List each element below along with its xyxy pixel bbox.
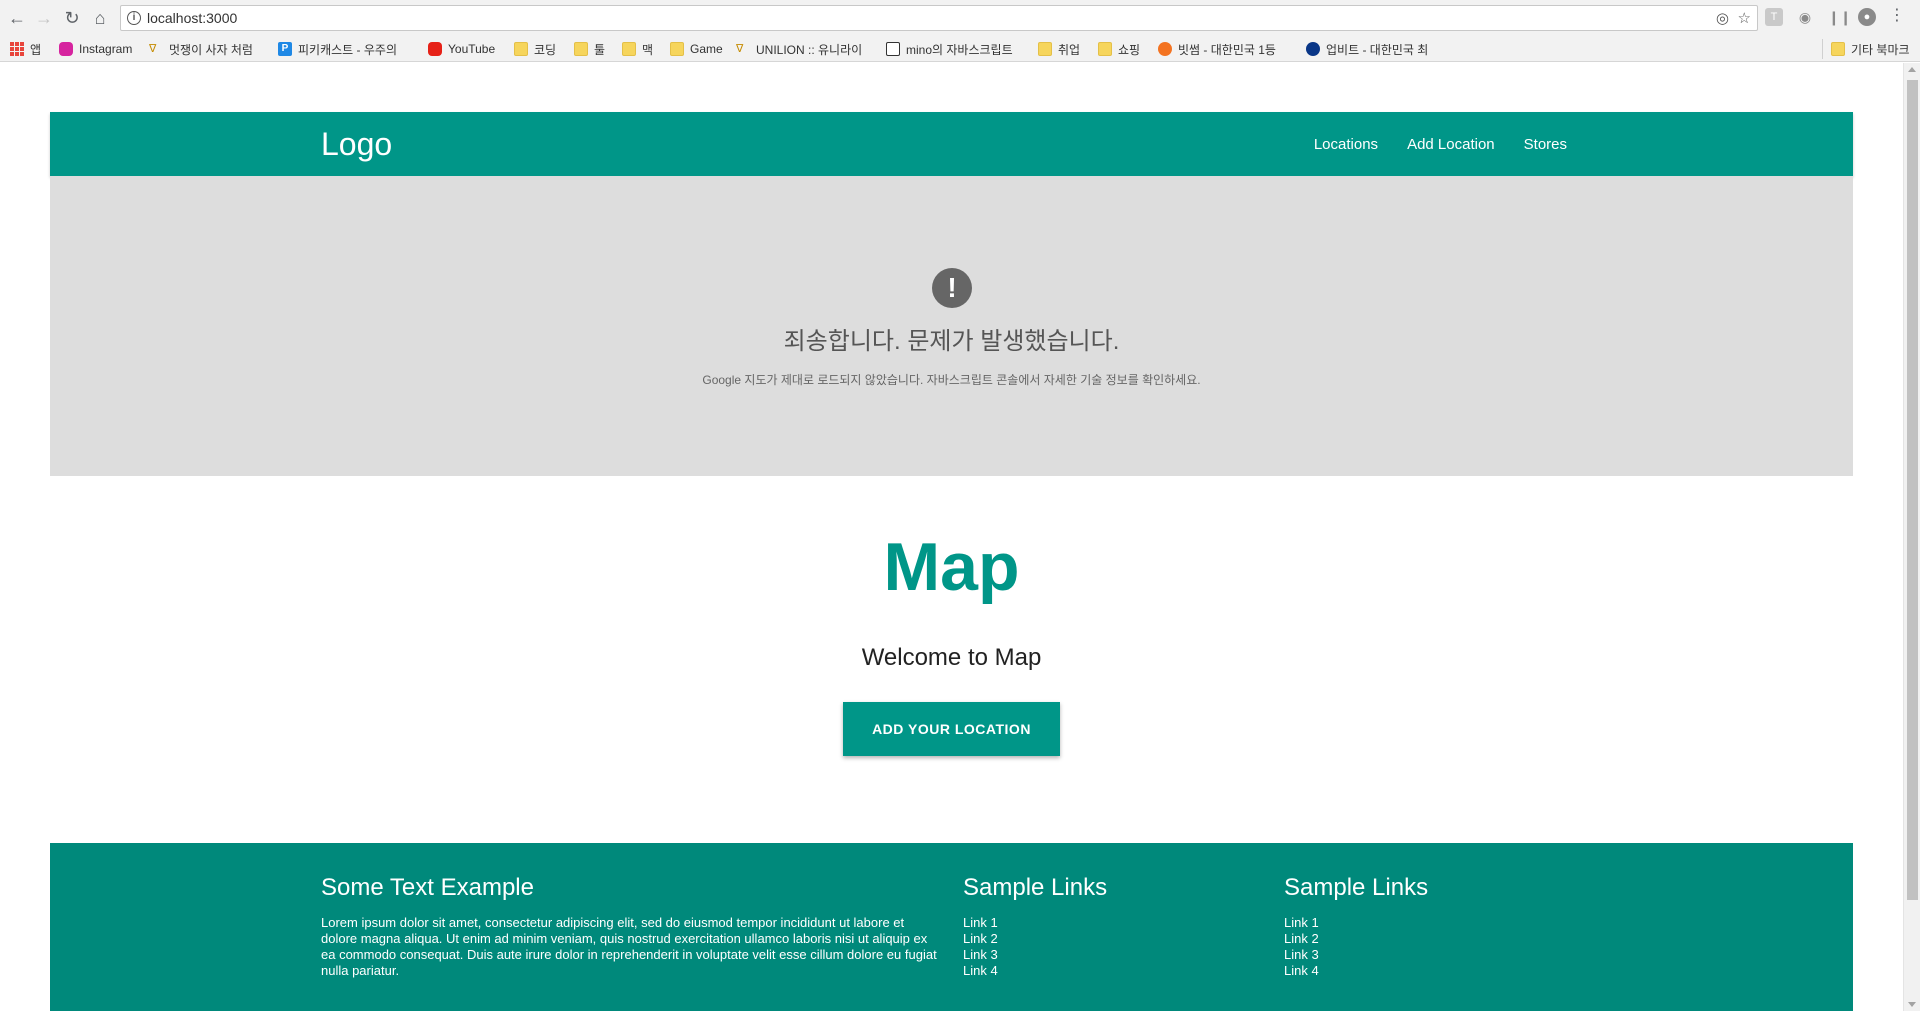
bookmark-folder-jobs[interactable]: 취업 — [1038, 39, 1080, 59]
add-your-location-button[interactable]: ADD YOUR LOCATION — [843, 702, 1060, 756]
bookmark-label: 멋쟁이 사자 처럼 — [169, 42, 253, 57]
bookmark-label: 맥 — [642, 42, 654, 57]
footer-text-heading: Some Text Example — [321, 874, 534, 901]
error-exclamation-icon: ! — [932, 268, 972, 308]
vertical-scrollbar[interactable] — [1903, 63, 1920, 1011]
bookmark-folder-mac[interactable]: 맥 — [622, 39, 653, 59]
folder-icon — [1831, 42, 1845, 56]
hero-title: Map — [883, 529, 1020, 605]
footer-links-heading: Sample Links — [963, 874, 1108, 901]
reader-extension-icon[interactable]: ❙❙ — [1828, 8, 1851, 26]
bookmark-apps[interactable]: 앱 — [10, 39, 41, 59]
youtube-icon — [428, 42, 442, 56]
folder-icon — [1038, 42, 1052, 56]
bookmark-label: 쇼핑 — [1118, 42, 1141, 57]
folder-icon — [622, 42, 636, 56]
bookmark-folder-game[interactable]: Game — [670, 39, 723, 59]
camera-extension-icon[interactable]: ◉ — [1796, 8, 1814, 26]
folder-icon — [574, 42, 588, 56]
folder-icon — [1098, 42, 1112, 56]
footer-link[interactable]: Link 2 — [963, 931, 998, 946]
footer-link[interactable]: Link 1 — [963, 915, 998, 930]
map-container[interactable]: ! 죄송합니다. 문제가 발생했습니다. Google 지도가 제대로 로드되지… — [50, 176, 1853, 476]
hero-subtitle: Welcome to Map — [861, 644, 1042, 671]
bithumb-icon — [1158, 42, 1172, 56]
reload-icon[interactable]: ↻ — [61, 7, 83, 29]
address-url[interactable]: localhost:3000 — [147, 10, 237, 26]
bookmark-upbit[interactable]: 업비트 - 대한민국 최 — [1306, 39, 1428, 59]
footer-links-heading: Sample Links — [1284, 874, 1429, 901]
bookmark-folder-shopping[interactable]: 쇼핑 — [1098, 39, 1140, 59]
page-viewport: Logo Locations Add Location Stores ! 죄송합… — [0, 63, 1903, 1011]
bookmark-pikicast[interactable]: P 피키캐스트 - 우주의 — [278, 39, 397, 59]
bookmark-label: 기타 북마크 — [1851, 42, 1910, 57]
address-bar[interactable]: i localhost:3000 ◎ ☆ — [120, 5, 1758, 31]
nav-link-add-location[interactable]: Add Location — [1407, 136, 1495, 153]
bookmark-youtube[interactable]: YouTube — [428, 39, 495, 59]
bookmark-label: YouTube — [448, 42, 496, 56]
footer-link[interactable]: Link 4 — [963, 963, 998, 978]
globe-extension-icon[interactable]: ● — [1858, 8, 1876, 26]
footer-links-column-2: Sample Links Link 1 Link 2 Link 3 Link 4 — [1284, 874, 1428, 979]
bookmark-label: 업비트 - 대한민국 최 — [1326, 42, 1429, 57]
bookmark-likelion[interactable]: ∇ 멋쟁이 사자 처럼 — [149, 39, 253, 59]
location-target-icon[interactable]: ◎ — [1716, 9, 1729, 27]
scroll-up-arrow-icon[interactable] — [1908, 67, 1916, 72]
footer-link[interactable]: Link 4 — [1284, 963, 1319, 978]
bookmark-label: Instagram — [79, 42, 133, 56]
bookmark-other[interactable]: 기타 북마크 — [1822, 39, 1910, 59]
footer-link[interactable]: Link 1 — [1284, 915, 1319, 930]
footer-text-body: Lorem ipsum dolor sit amet, consectetur … — [321, 915, 937, 978]
bookmark-label: 앱 — [30, 42, 42, 57]
bookmark-label: 툴 — [594, 42, 606, 57]
site-navbar: Logo Locations Add Location Stores — [50, 112, 1853, 176]
book-icon — [886, 42, 900, 56]
scrollbar-thumb[interactable] — [1907, 80, 1918, 900]
forward-arrow-icon[interactable]: → — [33, 7, 55, 29]
footer-links-column-1: Sample Links Link 1 Link 2 Link 3 Link 4 — [963, 874, 1107, 979]
site-info-icon[interactable]: i — [127, 11, 141, 25]
nav-link-locations[interactable]: Locations — [1314, 136, 1378, 153]
site-logo[interactable]: Logo — [321, 126, 392, 163]
lion-icon: ∇ — [736, 42, 750, 56]
bookmark-bithumb[interactable]: 빗썸 - 대한민국 1등 — [1158, 39, 1276, 59]
footer-link[interactable]: Link 3 — [1284, 947, 1319, 962]
menu-kebab-icon[interactable]: ⋮ — [1888, 8, 1906, 26]
folder-icon — [670, 42, 684, 56]
bookmark-label: UNILION :: 유니라이 — [756, 42, 863, 57]
bookmark-label: 취업 — [1058, 42, 1081, 57]
upbit-icon — [1306, 42, 1320, 56]
bookmark-instagram[interactable]: Instagram — [59, 39, 132, 59]
bookmark-label: 코딩 — [534, 42, 557, 57]
footer-text-column: Some Text Example Lorem ipsum dolor sit … — [321, 874, 941, 979]
bookmark-star-icon[interactable]: ☆ — [1738, 9, 1751, 27]
bookmark-label: mino의 자바스크립트 — [906, 42, 1013, 57]
bookmark-label: 피키캐스트 - 우주의 — [298, 42, 397, 57]
bookmark-label: Game — [690, 42, 723, 56]
home-icon[interactable]: ⌂ — [89, 7, 111, 29]
bookmarks-bar: 앱 Instagram ∇ 멋쟁이 사자 처럼 P 피키캐스트 - 우주의 Yo… — [0, 36, 1920, 62]
scroll-down-arrow-icon[interactable] — [1908, 1002, 1916, 1007]
footer-link[interactable]: Link 2 — [1284, 931, 1319, 946]
map-error-message: Google 지도가 제대로 로드되지 않았습니다. 자바스크립트 콘솔에서 자… — [702, 373, 1201, 387]
bookmark-label: 빗썸 - 대한민국 1등 — [1178, 42, 1276, 57]
translate-extension-icon[interactable]: T — [1765, 8, 1783, 26]
bookmark-unilion[interactable]: ∇ UNILION :: 유니라이 — [736, 39, 862, 59]
browser-toolbar: ← → ↻ ⌂ i localhost:3000 ◎ ☆ T ◉ ❙❙ ● ⋮ — [0, 0, 1920, 36]
bookmark-mino-js[interactable]: mino의 자바스크립트 — [886, 39, 1013, 59]
back-arrow-icon[interactable]: ← — [6, 7, 28, 29]
pikicast-icon: P — [278, 42, 292, 56]
site-footer: Some Text Example Lorem ipsum dolor sit … — [50, 843, 1853, 1011]
folder-icon — [514, 42, 528, 56]
footer-link[interactable]: Link 3 — [963, 947, 998, 962]
nav-link-stores[interactable]: Stores — [1524, 136, 1567, 153]
instagram-icon — [59, 42, 73, 56]
apps-grid-icon — [10, 42, 24, 56]
nav-links: Locations Add Location Stores — [1285, 112, 1567, 176]
bookmark-folder-coding[interactable]: 코딩 — [514, 39, 556, 59]
bookmark-folder-tools[interactable]: 툴 — [574, 39, 605, 59]
map-error-title: 죄송합니다. 문제가 발생했습니다. — [783, 328, 1120, 355]
lion-icon: ∇ — [149, 42, 163, 56]
